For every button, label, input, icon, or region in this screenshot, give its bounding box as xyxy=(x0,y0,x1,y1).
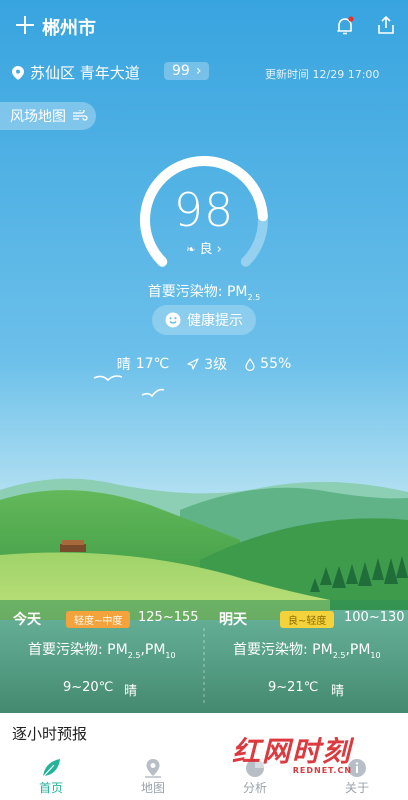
update-time: 更新时间 12/29 17:00 xyxy=(265,68,380,81)
wind-map-label: 风场地图 xyxy=(10,109,66,125)
today-pollutants: 首要污染物: PM2.5,PM10 xyxy=(28,642,176,660)
aqi-value: 98 xyxy=(173,183,235,237)
aqi-level-label: 良 xyxy=(199,242,213,257)
weather-text: 晴 xyxy=(116,357,131,373)
tomorrow-weather: 晴 xyxy=(331,684,345,699)
tomorrow-p1: PM xyxy=(312,642,333,658)
nav-home-label: 首页 xyxy=(38,781,63,795)
tomorrow-p2: PM xyxy=(349,642,371,658)
wind-text: 3级 xyxy=(204,357,228,373)
aqi-pill[interactable]: 99 › xyxy=(164,62,210,80)
wind-map-button[interactable]: 风场地图 xyxy=(0,102,96,130)
share-icon[interactable] xyxy=(375,14,397,36)
aqi-level-link[interactable]: ❧ 良 › xyxy=(0,238,408,257)
nav-about-label: 关于 xyxy=(344,781,369,795)
location-pin-icon xyxy=(12,65,24,80)
notification-bell-icon[interactable] xyxy=(334,15,356,37)
nav-map[interactable]: 地图 xyxy=(102,748,204,800)
water-drop-icon xyxy=(245,357,255,371)
tomorrow-pollutant-label: 首要污染物: xyxy=(233,642,308,658)
weather-conditions: 晴 17℃ 3级 55% xyxy=(0,354,408,374)
chevron-right-icon: › xyxy=(216,242,222,257)
wind-item: 3级 xyxy=(187,354,227,374)
tomorrow-pollutants: 首要污染物: PM2.5,PM10 xyxy=(233,642,381,660)
leaf-icon: ❧ xyxy=(186,243,196,256)
leaf-icon xyxy=(42,759,60,778)
tomorrow-p1-sub: 2.5 xyxy=(332,650,346,660)
today-pollutant-label: 首要污染物: xyxy=(28,642,103,658)
health-tip-label: 健康提示 xyxy=(187,313,243,329)
today-label: 今天 xyxy=(13,612,41,628)
today-aqi-range: 125~155 xyxy=(138,610,199,625)
today-temp: 9~20℃ xyxy=(63,680,114,695)
nav-map-label: 地图 xyxy=(140,781,165,795)
wind-direction-icon xyxy=(187,358,199,370)
primary-pollutant: 首要污染物: PM2.5 xyxy=(0,281,408,302)
weather-item: 晴 17℃ xyxy=(117,354,170,374)
forecast-tomorrow[interactable]: 明天 良~轻度 100~130 首要污染物: PM2.5,PM10 9~21℃ … xyxy=(204,600,408,710)
today-p1-sub: 2.5 xyxy=(127,650,141,660)
pollutant-sub: 2.5 xyxy=(247,292,261,302)
today-p2-sub: 10 xyxy=(165,650,176,660)
hourly-title[interactable]: 逐小时预报 xyxy=(12,723,87,744)
today-p1: PM xyxy=(107,642,128,658)
health-tip-button[interactable]: 健康提示 xyxy=(152,305,256,335)
today-p2: PM xyxy=(144,642,166,658)
tomorrow-label: 明天 xyxy=(219,612,247,628)
today-level-badge: 轻度~中度 xyxy=(66,611,131,628)
tomorrow-level-badge: 良~轻度 xyxy=(280,611,335,628)
aqi-pill-value: 99 xyxy=(172,63,190,79)
wind-icon xyxy=(73,110,88,121)
temperature-text: 17℃ xyxy=(135,356,170,372)
forecast-today[interactable]: 今天 轻度~中度 125~155 首要污染物: PM2.5,PM10 9~20℃… xyxy=(0,600,204,710)
smiley-icon xyxy=(165,312,181,328)
tomorrow-p2-sub: 10 xyxy=(370,650,381,660)
location-row[interactable]: 苏仙区 青年大道 xyxy=(12,62,140,83)
humidity-item: 55% xyxy=(245,354,291,374)
city-title[interactable]: 郴州市 xyxy=(42,14,96,40)
humidity-text: 55% xyxy=(260,356,292,372)
pollutant-label: 首要污染物: xyxy=(147,284,223,300)
rednet-watermark: 红网时刻 REDNET.CN xyxy=(232,730,352,775)
chevron-right-icon: › xyxy=(195,63,202,79)
add-city-icon[interactable] xyxy=(14,14,36,36)
pollutant-name: PM xyxy=(226,284,248,300)
watermark-text: 红网时刻 xyxy=(232,735,353,768)
today-weather: 晴 xyxy=(124,684,138,699)
nav-home[interactable]: 首页 xyxy=(0,748,102,800)
district-label: 苏仙区 青年大道 xyxy=(30,64,140,82)
tomorrow-aqi-range: 100~130 xyxy=(344,610,405,625)
tomorrow-temp: 9~21℃ xyxy=(268,680,319,695)
nav-analysis-label: 分析 xyxy=(242,781,267,795)
map-pin-icon xyxy=(145,759,161,778)
